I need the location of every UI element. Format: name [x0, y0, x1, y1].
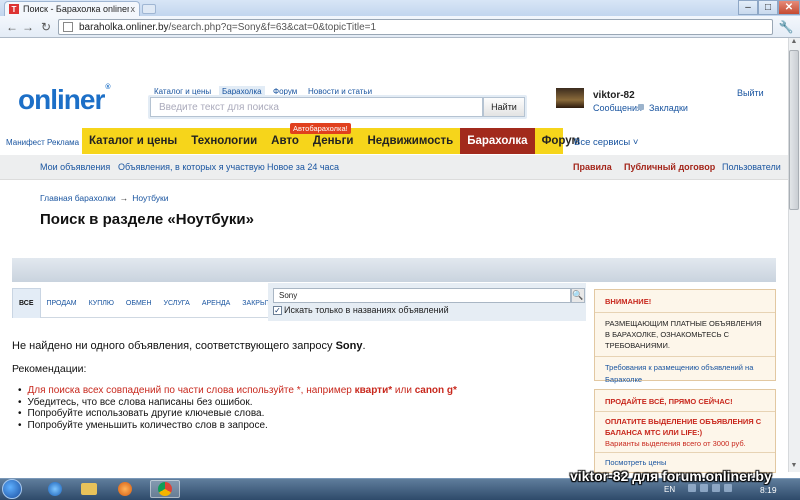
forward-arrow-icon[interactable]: →: [20, 19, 36, 35]
nav-tech[interactable]: Технологии: [184, 128, 264, 154]
all-services-dropdown[interactable]: Все сервисы ˅: [574, 137, 638, 148]
section-band: [12, 258, 776, 282]
titles-only-label[interactable]: Искать только в названиях объявлений: [284, 305, 449, 315]
logout-link[interactable]: Выйти: [737, 88, 764, 98]
promo-text: ОПЛАТИТЕ ВЫДЕЛЕНИЕ ОБЪЯВЛЕНИЯ С БАЛАНСА …: [605, 417, 762, 437]
tab-service[interactable]: УСЛУГА: [158, 288, 196, 318]
breadcrumb-arrow-icon: →: [119, 193, 129, 203]
subnav-my-ads[interactable]: Мои объявления: [40, 162, 110, 172]
nav-baraholka[interactable]: Барахолка: [460, 128, 535, 154]
breadcrumb-home[interactable]: Главная барахолки: [40, 193, 116, 203]
promo-note: Варианты выделения всего от 3000 руб.: [605, 439, 746, 448]
nav-realty[interactable]: Недвижимость: [360, 128, 460, 154]
tab-exchange[interactable]: ОБМЕН: [120, 288, 158, 318]
onliner-logo[interactable]: onliner®: [18, 84, 111, 116]
subnav-participating[interactable]: Объявления, в которых я участвую: [118, 162, 265, 172]
scroll-down-icon[interactable]: ▼: [789, 462, 799, 472]
list-item: Для поиска всех совпадений по части слов…: [18, 385, 457, 397]
tray-icon[interactable]: [712, 484, 720, 492]
promo-box: ПРОДАЙТЕ ВСЁ, ПРЯМО СЕЙЧАС! ОПЛАТИТЕ ВЫД…: [594, 389, 776, 473]
manifest-link[interactable]: Манифест: [6, 138, 45, 147]
media-player-icon: [118, 482, 132, 496]
site-search-button[interactable]: Найти: [483, 97, 525, 117]
subnav-rules[interactable]: Правила: [573, 162, 612, 172]
ie-icon: [48, 482, 62, 496]
tray-icon[interactable]: [700, 484, 708, 492]
address-bar[interactable]: baraholka.onliner.by/search.php?q=Sony&f…: [58, 19, 773, 35]
new-tab-button[interactable]: [142, 4, 156, 14]
back-arrow-icon[interactable]: ←: [4, 19, 20, 35]
titles-only-checkbox[interactable]: ✓: [273, 306, 282, 315]
prices-link[interactable]: Посмотреть цены: [605, 458, 666, 467]
avatar[interactable]: [556, 88, 584, 108]
system-tray: [688, 484, 748, 494]
window-close-button[interactable]: ✕: [778, 0, 800, 15]
username-link[interactable]: viktor-82: [593, 90, 635, 101]
requirements-link[interactable]: Требования к размещению объявлений на Ба…: [605, 363, 753, 384]
browser-tab[interactable]: T Поиск - Барахолка onliner.by x: [4, 1, 140, 16]
no-result-query: Sony: [335, 340, 363, 352]
taskbar-clock[interactable]: 8:19: [760, 485, 777, 495]
query-input[interactable]: Sony: [273, 288, 571, 303]
tray-icon[interactable]: [724, 484, 732, 492]
window-minimize-button[interactable]: –: [738, 0, 758, 15]
tab-title: Поиск - Барахолка onliner.by: [23, 4, 129, 14]
watermark: viktor-82 для forum.onliner.by: [570, 468, 772, 484]
avto-baraholka-badge[interactable]: Автобарахолка!: [290, 123, 351, 134]
reload-icon[interactable]: ↻: [38, 19, 54, 35]
taskbar-chrome-button[interactable]: [150, 480, 180, 498]
nav-catalog[interactable]: Каталог и цены: [82, 128, 184, 154]
url-host: baraholka.onliner.by: [79, 21, 169, 33]
subnav-new-24h[interactable]: Новое за 24 часа: [267, 162, 339, 172]
tab-sell[interactable]: ПРОДАМ: [41, 288, 83, 318]
page-icon: [63, 22, 73, 32]
wrench-icon[interactable]: 🔧: [778, 19, 794, 35]
breadcrumb: Главная барахолки → Ноутбуки: [40, 193, 169, 203]
no-result-message: Не найдено ни одного объявления, соответ…: [12, 340, 366, 352]
subnav-public-contract[interactable]: Публичный договор: [624, 162, 715, 172]
tab-buy[interactable]: КУПЛЮ: [83, 288, 120, 318]
subnav-users[interactable]: Пользователи: [722, 162, 781, 172]
notice-box: ВНИМАНИЕ! РАЗМЕЩАЮЩИМ ПЛАТНЫЕ ОБЪЯВЛЕНИЯ…: [594, 289, 776, 384]
tab-close-icon[interactable]: x: [131, 4, 136, 14]
tab-all[interactable]: ВСЕ: [12, 288, 41, 318]
ads-link[interactable]: Реклама: [47, 138, 79, 147]
search-icon[interactable]: 🔍: [571, 288, 585, 303]
list-item: Попробуйте использовать другие ключевые …: [18, 408, 457, 420]
onliner-favicon-icon: T: [9, 4, 19, 14]
chrome-icon: [158, 482, 172, 496]
side-links: Манифест Реклама: [6, 138, 79, 147]
tray-icon[interactable]: [688, 484, 696, 492]
window-maximize-button[interactable]: □: [758, 0, 778, 15]
scrollbar-thumb[interactable]: [789, 50, 799, 210]
bookmarks-link[interactable]: Закладки: [649, 103, 688, 113]
folder-icon: [81, 483, 97, 495]
taskbar-media-button[interactable]: [110, 480, 140, 498]
promo-title: ПРОДАЙТЕ ВСЁ, ПРЯМО СЕЙЧАС!: [605, 397, 733, 406]
site-search-input[interactable]: Введите текст для поиска: [150, 97, 483, 117]
list-item: Убедитесь, что все слова написаны без ош…: [18, 397, 457, 409]
filter-tabs: ВСЕ ПРОДАМ КУПЛЮ ОБМЕН УСЛУГА АРЕНДА ЗАК…: [12, 288, 276, 318]
taskbar-ie-button[interactable]: [40, 480, 70, 498]
page-title: Поиск в разделе «Ноутбуки»: [40, 211, 254, 228]
messages-link[interactable]: Сообщения: [593, 103, 642, 113]
scroll-up-icon[interactable]: ▲: [789, 38, 799, 48]
tab-rent[interactable]: АРЕНДА: [196, 288, 236, 318]
url-path: /search.php?q=Sony&f=63&cat=0&topicTitle…: [168, 21, 377, 33]
notice-title: ВНИМАНИЕ!: [605, 297, 652, 306]
list-item: Попробуйте уменьшить количество слов в з…: [18, 420, 457, 432]
breadcrumb-current[interactable]: Ноутбуки: [132, 193, 168, 203]
recommendations-title: Рекомендации:: [12, 363, 87, 375]
start-button[interactable]: [2, 479, 22, 499]
recommendations-list: Для поиска всех совпадений по части слов…: [18, 385, 457, 431]
language-indicator[interactable]: EN: [664, 485, 675, 494]
notice-text: РАЗМЕЩАЮЩИМ ПЛАТНЫЕ ОБЪЯВЛЕНИЯ В БАРАХОЛ…: [605, 319, 762, 350]
bookmark-icon: [638, 104, 644, 110]
taskbar-explorer-button[interactable]: [74, 480, 104, 498]
